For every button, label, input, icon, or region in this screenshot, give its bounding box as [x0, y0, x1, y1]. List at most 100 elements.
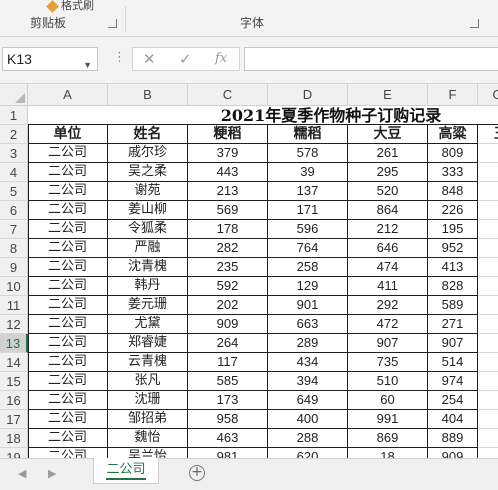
- header-cell[interactable]: 大豆: [348, 125, 428, 144]
- table-cell[interactable]: 463: [188, 429, 268, 448]
- table-cell[interactable]: 649: [268, 391, 348, 410]
- table-cell[interactable]: 889: [428, 429, 478, 448]
- prev-sheet-icon[interactable]: ◀: [18, 467, 26, 480]
- sheet-tab[interactable]: 二公司: [93, 458, 159, 484]
- empty-cell[interactable]: [478, 372, 498, 391]
- table-cell[interactable]: 171: [268, 201, 348, 220]
- formula-bar-grip-icon[interactable]: ⋮: [113, 51, 126, 65]
- table-cell[interactable]: 129: [268, 277, 348, 296]
- table-cell[interactable]: 二公司: [28, 182, 108, 201]
- row-header-12[interactable]: 12: [0, 315, 28, 334]
- table-cell[interactable]: 264: [188, 334, 268, 353]
- table-cell[interactable]: 姜山柳: [108, 201, 188, 220]
- row-header-19[interactable]: 19: [0, 448, 28, 458]
- table-cell[interactable]: 952: [428, 239, 478, 258]
- table-cell[interactable]: 二公司: [28, 201, 108, 220]
- table-cell[interactable]: 魏怡: [108, 429, 188, 448]
- empty-cell[interactable]: [478, 410, 498, 429]
- table-cell[interactable]: 394: [268, 372, 348, 391]
- table-cell[interactable]: 520: [348, 182, 428, 201]
- empty-cell[interactable]: [478, 391, 498, 410]
- empty-cell[interactable]: [478, 448, 498, 458]
- table-cell[interactable]: 二公司: [28, 315, 108, 334]
- table-cell[interactable]: 二公司: [28, 410, 108, 429]
- row-header-11[interactable]: 11: [0, 296, 28, 315]
- table-cell[interactable]: 258: [268, 258, 348, 277]
- row-header-8[interactable]: 8: [0, 239, 28, 258]
- table-cell[interactable]: 二公司: [28, 334, 108, 353]
- table-cell[interactable]: 735: [348, 353, 428, 372]
- table-cell[interactable]: 60: [348, 391, 428, 410]
- table-cell[interactable]: 646: [348, 239, 428, 258]
- table-cell[interactable]: 吴兰怡: [108, 448, 188, 458]
- table-cell[interactable]: 39: [268, 163, 348, 182]
- row-header-6[interactable]: 6: [0, 201, 28, 220]
- table-cell[interactable]: 137: [268, 182, 348, 201]
- table-cell[interactable]: 18: [348, 448, 428, 458]
- table-cell[interactable]: 848: [428, 182, 478, 201]
- table-cell[interactable]: 592: [188, 277, 268, 296]
- enter-icon[interactable]: ✓: [179, 50, 192, 68]
- table-cell[interactable]: 333: [428, 163, 478, 182]
- table-cell[interactable]: 400: [268, 410, 348, 429]
- column-header-a[interactable]: A: [28, 84, 108, 106]
- table-cell[interactable]: 韩丹: [108, 277, 188, 296]
- table-cell[interactable]: 212: [348, 220, 428, 239]
- next-sheet-icon[interactable]: ▶: [48, 467, 56, 480]
- table-cell[interactable]: 974: [428, 372, 478, 391]
- table-cell[interactable]: 958: [188, 410, 268, 429]
- table-cell[interactable]: 907: [348, 334, 428, 353]
- table-cell[interactable]: 尤黛: [108, 315, 188, 334]
- table-cell[interactable]: 909: [188, 315, 268, 334]
- select-all-button[interactable]: [0, 84, 28, 106]
- table-cell[interactable]: 195: [428, 220, 478, 239]
- empty-cell[interactable]: [478, 334, 498, 353]
- column-header-e[interactable]: E: [348, 84, 428, 106]
- row-header-7[interactable]: 7: [0, 220, 28, 239]
- table-cell[interactable]: 郑睿婕: [108, 334, 188, 353]
- table-cell[interactable]: 282: [188, 239, 268, 258]
- table-cell[interactable]: 510: [348, 372, 428, 391]
- table-cell[interactable]: 434: [268, 353, 348, 372]
- table-cell[interactable]: 二公司: [28, 296, 108, 315]
- table-cell[interactable]: 981: [188, 448, 268, 458]
- table-cell[interactable]: 吴之柔: [108, 163, 188, 182]
- clipboard-dialog-launcher-icon[interactable]: [108, 19, 117, 28]
- empty-cell[interactable]: [478, 353, 498, 372]
- empty-cell[interactable]: [478, 220, 498, 239]
- header-cell[interactable]: 糯稻: [268, 125, 348, 144]
- empty-cell[interactable]: [478, 277, 498, 296]
- table-cell[interactable]: 288: [268, 429, 348, 448]
- header-cell[interactable]: 粳稻: [188, 125, 268, 144]
- sheet-title-cell[interactable]: 2021年夏季作物种子订购记录: [28, 106, 498, 125]
- empty-cell[interactable]: [478, 239, 498, 258]
- table-cell[interactable]: 292: [348, 296, 428, 315]
- table-cell[interactable]: 173: [188, 391, 268, 410]
- column-header-b[interactable]: B: [108, 84, 188, 106]
- row-header-14[interactable]: 14: [0, 353, 28, 372]
- table-cell[interactable]: 909: [428, 448, 478, 458]
- table-cell[interactable]: 二公司: [28, 144, 108, 163]
- header-cell[interactable]: 姓名: [108, 125, 188, 144]
- table-cell[interactable]: 二公司: [28, 277, 108, 296]
- cancel-icon[interactable]: ✕: [143, 50, 156, 68]
- table-cell[interactable]: 二公司: [28, 163, 108, 182]
- column-header-g[interactable]: G: [478, 84, 498, 106]
- row-header-1[interactable]: 1: [0, 106, 28, 125]
- empty-cell[interactable]: [478, 144, 498, 163]
- table-cell[interactable]: 443: [188, 163, 268, 182]
- row-header-17[interactable]: 17: [0, 410, 28, 429]
- table-cell[interactable]: 117: [188, 353, 268, 372]
- table-cell[interactable]: 235: [188, 258, 268, 277]
- table-cell[interactable]: 二公司: [28, 391, 108, 410]
- table-cell[interactable]: 295: [348, 163, 428, 182]
- table-cell[interactable]: 907: [428, 334, 478, 353]
- row-header-15[interactable]: 15: [0, 372, 28, 391]
- empty-cell[interactable]: [478, 163, 498, 182]
- row-header-13[interactable]: 13: [0, 334, 28, 353]
- table-cell[interactable]: 二公司: [28, 220, 108, 239]
- table-cell[interactable]: 472: [348, 315, 428, 334]
- table-cell[interactable]: 379: [188, 144, 268, 163]
- header-cell[interactable]: 高粱: [428, 125, 478, 144]
- column-header-c[interactable]: C: [188, 84, 268, 106]
